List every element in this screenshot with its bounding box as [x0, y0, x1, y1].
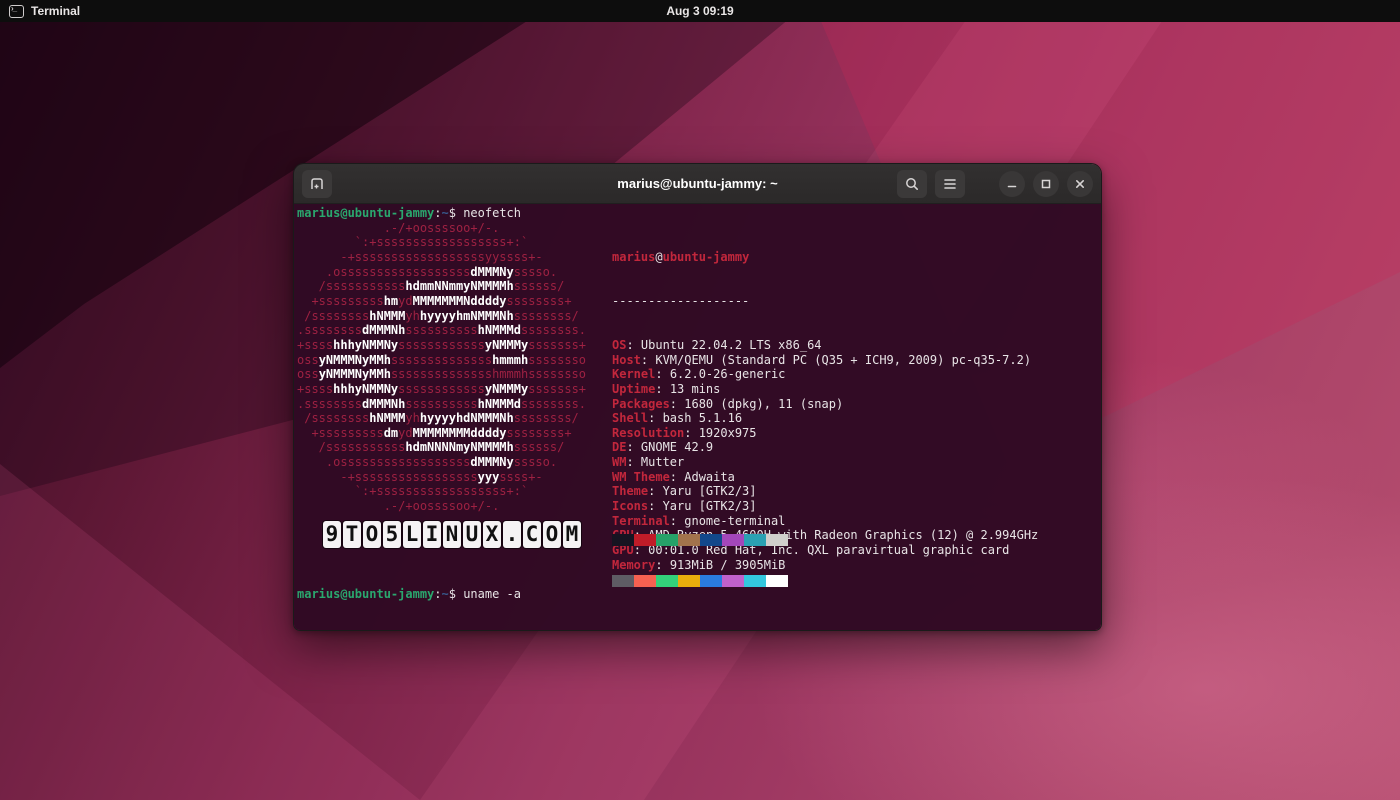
palette-row-normal [612, 534, 788, 546]
prompt-dollar: $ [449, 206, 463, 220]
prompt-dollar: $ [449, 587, 463, 601]
close-button[interactable] [1067, 171, 1093, 197]
ascii-art: .-/+oossssoo+/-. `:+ssssssssssssssssss+:… [297, 221, 586, 514]
palette-swatch [766, 534, 788, 546]
prompt-path: ~ [442, 587, 449, 601]
neofetch-field: Host: KVM/QEMU (Standard PC (Q35 + ICH9,… [612, 353, 1038, 368]
watermark-char: . [503, 521, 521, 548]
top-bar: Terminal Aug 3 09:19 [0, 0, 1400, 22]
watermark-char: O [363, 521, 381, 548]
watermark-char: T [343, 521, 361, 548]
command-neofetch: neofetch [463, 206, 521, 220]
neofetch-field: Shell: bash 5.1.16 [612, 411, 1038, 426]
watermark-char: L [403, 521, 421, 548]
neofetch-field: WM: Mutter [612, 455, 1038, 470]
maximize-icon [1041, 179, 1051, 189]
neofetch-separator: ------------------- [612, 294, 1038, 309]
palette-swatch [678, 534, 700, 546]
menu-button[interactable] [935, 170, 965, 198]
watermark: 9TO5LINUX.COM [323, 521, 581, 548]
neofetch-field: Resolution: 1920x975 [612, 426, 1038, 441]
new-tab-icon [309, 176, 325, 192]
neofetch-field: Kernel: 6.2.0-26-generic [612, 367, 1038, 382]
neofetch-field: Packages: 1680 (dpkg), 11 (snap) [612, 397, 1038, 412]
watermark-char: I [423, 521, 441, 548]
watermark-char: C [523, 521, 541, 548]
neofetch-field: WM Theme: Adwaita [612, 470, 1038, 485]
prompt-colon: : [434, 206, 441, 220]
neofetch-title: marius@ubuntu-jammy [612, 250, 1038, 265]
neofetch-title-user: marius [612, 250, 655, 264]
neofetch-field: OS: Ubuntu 22.04.2 LTS x86_64 [612, 338, 1038, 353]
uname-block: marius@ubuntu-jammy:~$ uname -a Linux ub… [297, 558, 1070, 631]
watermark-char: 5 [383, 521, 401, 548]
prompt-path: ~ [442, 206, 449, 220]
command-uname: uname -a [463, 587, 521, 601]
minimize-button[interactable] [999, 171, 1025, 197]
palette-swatch [744, 534, 766, 546]
terminal-window: marius@ubuntu-jammy: ~ [293, 163, 1102, 631]
terminal-body[interactable]: marius@ubuntu-jammy:~$ neofetch .-/+ooss… [294, 204, 1101, 631]
watermark-char: O [543, 521, 561, 548]
neofetch-field: DE: GNOME 42.9 [612, 440, 1038, 455]
watermark-char: U [463, 521, 481, 548]
hamburger-menu-icon [943, 178, 957, 190]
watermark-char: X [483, 521, 501, 548]
watermark-char: N [443, 521, 461, 548]
search-icon [904, 176, 920, 192]
prompt-line-neofetch: marius@ubuntu-jammy:~$ neofetch [297, 206, 521, 221]
watermark-char: 9 [323, 521, 341, 548]
prompt-colon: : [434, 587, 441, 601]
search-button[interactable] [897, 170, 927, 198]
neofetch-field: Theme: Yaru [GTK2/3] [612, 484, 1038, 499]
close-icon [1075, 179, 1085, 189]
palette-swatch [656, 534, 678, 546]
palette-swatch [700, 534, 722, 546]
new-tab-button[interactable] [302, 170, 332, 198]
minimize-icon [1007, 179, 1017, 189]
prompt-user-host: marius@ubuntu-jammy [297, 587, 434, 601]
prompt-line-uname: marius@ubuntu-jammy:~$ uname -a [297, 587, 1070, 602]
window-headerbar[interactable]: marius@ubuntu-jammy: ~ [294, 164, 1101, 204]
clock[interactable]: Aug 3 09:19 [0, 4, 1400, 18]
prompt-user-host: marius@ubuntu-jammy [297, 206, 434, 220]
palette-swatch [612, 534, 634, 546]
palette-swatch [634, 534, 656, 546]
neofetch-title-host: ubuntu-jammy [663, 250, 750, 264]
neofetch-field: Uptime: 13 mins [612, 382, 1038, 397]
neofetch-title-at: @ [655, 250, 662, 264]
maximize-button[interactable] [1033, 171, 1059, 197]
watermark-char: M [563, 521, 581, 548]
palette-swatch [722, 534, 744, 546]
